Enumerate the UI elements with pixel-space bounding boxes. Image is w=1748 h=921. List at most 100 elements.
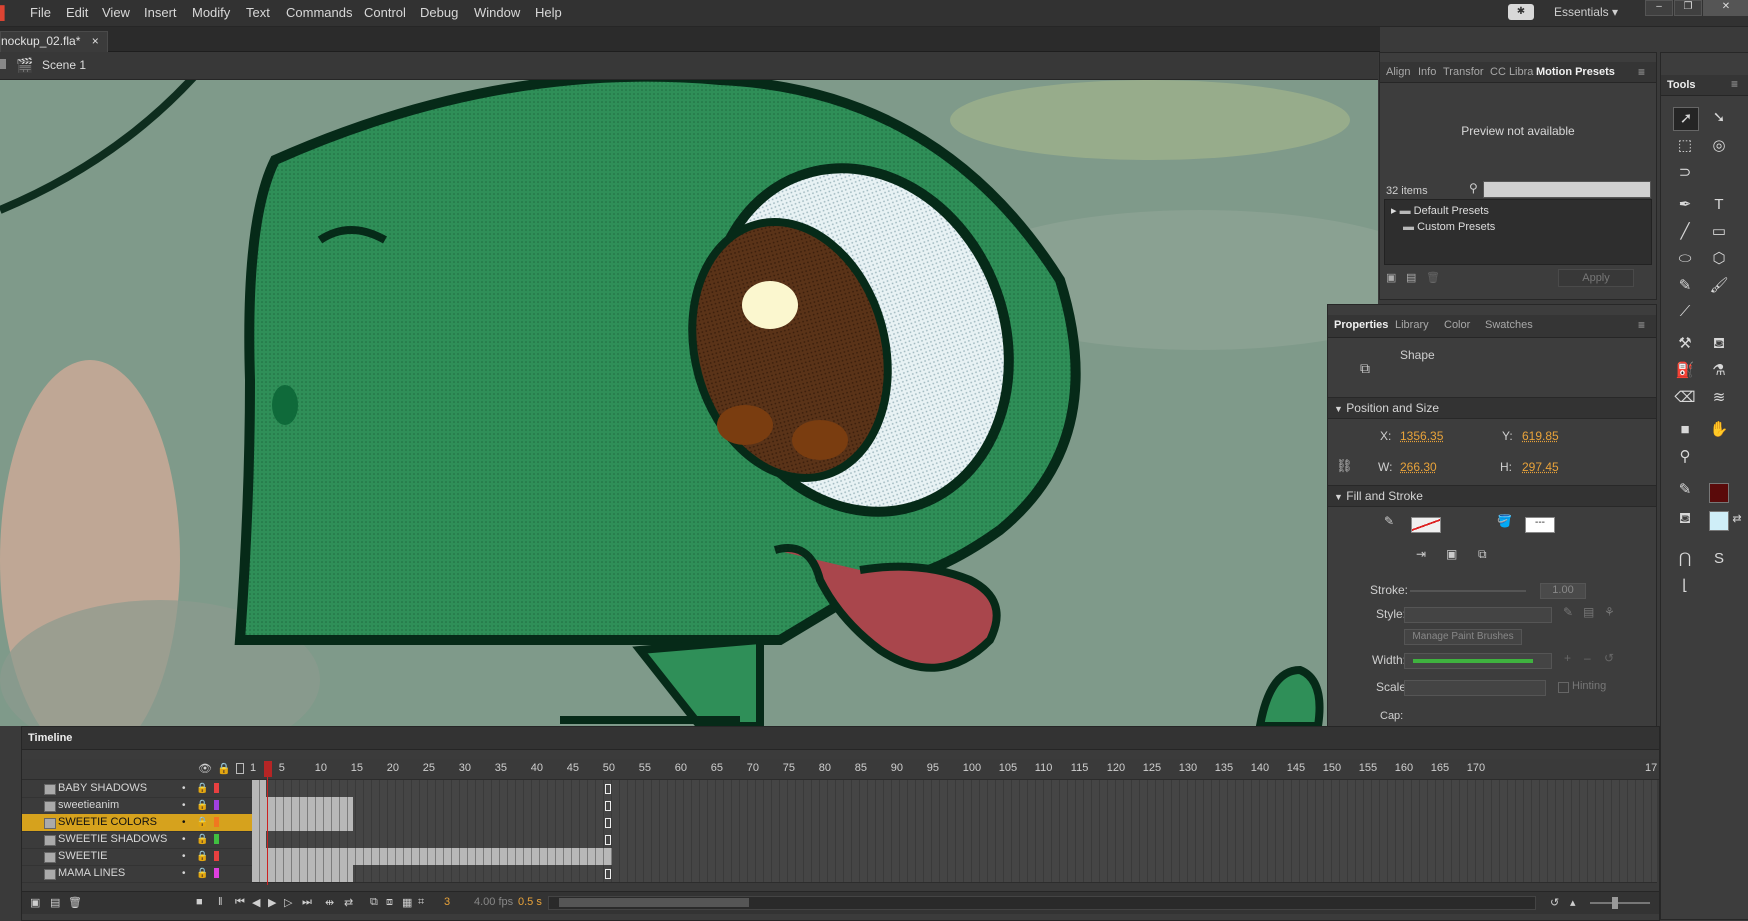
close-icon[interactable]: ✕ xyxy=(1703,0,1748,16)
reset-width-icon[interactable]: ↺ xyxy=(1604,651,1614,665)
center-frame-icon[interactable]: ⇄ xyxy=(344,896,353,909)
new-layer-icon[interactable]: ▣ xyxy=(30,896,40,909)
paint-bucket-tool-icon[interactable]: ⛾ xyxy=(1707,333,1731,355)
keyframe-span[interactable] xyxy=(252,848,612,865)
edit-style-icon[interactable]: ✎ xyxy=(1563,605,1573,619)
menu-modify[interactable]: Modify xyxy=(192,5,230,20)
width-tool-icon[interactable]: ≋ xyxy=(1707,387,1731,409)
visibility-dot-icon[interactable]: • xyxy=(182,797,186,814)
tab-info[interactable]: Info xyxy=(1418,66,1436,78)
tree-item-custom-presets[interactable]: ▬ Custom Presets xyxy=(1403,221,1495,233)
menu-control[interactable]: Control xyxy=(364,5,406,20)
layer-row[interactable]: SWEETIE COLORS • 🔒 xyxy=(22,814,252,832)
lock-icon[interactable]: 🔒 xyxy=(196,831,208,848)
zoom-tool-icon[interactable]: ⚲ xyxy=(1673,446,1697,468)
menu-window[interactable]: Window xyxy=(474,5,520,20)
x-value[interactable]: 1356.35 xyxy=(1400,429,1443,443)
lock-icon[interactable]: 🔒 xyxy=(196,780,208,797)
elapsed-time-value[interactable]: 0.5 s xyxy=(518,896,542,908)
panel-menu-icon[interactable]: ≡ xyxy=(1731,77,1738,91)
lock-all-icon[interactable]: 🔒 xyxy=(217,762,231,775)
sync-settings-icon[interactable]: ✱ xyxy=(1508,4,1534,20)
layer-row[interactable]: sweetieanim • 🔒 xyxy=(22,797,252,815)
lock-icon[interactable]: 🔒 xyxy=(196,848,208,865)
keyframe-span[interactable] xyxy=(252,780,267,797)
section-fill-stroke[interactable]: ▼ Fill and Stroke xyxy=(1328,485,1656,507)
new-folder-icon[interactable]: ▤ xyxy=(50,896,60,909)
eraser-tool-icon[interactable]: ⌫ xyxy=(1673,387,1697,409)
smooth-icon[interactable]: S xyxy=(1707,548,1731,570)
link-proportions-icon[interactable]: ⛓ xyxy=(1336,458,1353,474)
tab-color[interactable]: Color xyxy=(1444,319,1470,331)
modify-onion-markers-icon[interactable]: ⌗ xyxy=(418,896,424,909)
tab-motion-presets[interactable]: Motion Presets xyxy=(1536,66,1615,78)
loop-icon[interactable]: ⇹ xyxy=(325,896,334,909)
tab-transform[interactable]: Transfor xyxy=(1443,66,1484,78)
rectangle-tool-icon[interactable]: ▭ xyxy=(1707,221,1731,243)
visibility-dot-icon[interactable]: • xyxy=(182,865,186,882)
break-apart-icon[interactable]: ⇥ xyxy=(1416,547,1426,561)
stroke-slider[interactable] xyxy=(1410,590,1526,592)
step-forward-icon[interactable]: ▷ xyxy=(284,896,292,909)
step-back-icon[interactable]: ◀ xyxy=(252,896,260,909)
new-preset-icon[interactable]: ▣ xyxy=(1386,271,1396,284)
onion-skin-icon[interactable]: ⧉ xyxy=(370,896,378,909)
layer-color-swatch[interactable] xyxy=(214,817,219,827)
play-icon[interactable]: ▶ xyxy=(268,896,276,909)
frame-row[interactable] xyxy=(252,814,1657,832)
edit-multiple-frames-icon[interactable]: ▦ xyxy=(402,896,412,909)
frame-row[interactable] xyxy=(252,848,1657,866)
menu-debug[interactable]: Debug xyxy=(420,5,458,20)
width-dropdown[interactable] xyxy=(1404,653,1552,669)
polystar-tool-icon[interactable]: ⬡ xyxy=(1707,248,1731,270)
delete-icon[interactable]: 🗑 xyxy=(1426,271,1440,284)
panel-menu-icon[interactable]: ≡ xyxy=(1638,318,1645,332)
workspace-switcher[interactable]: Essentials ▾ xyxy=(1554,5,1618,19)
tab-library[interactable]: Library xyxy=(1395,319,1429,331)
swap-colors-icon[interactable]: ⇄ xyxy=(1725,508,1748,530)
pencil-tool-icon[interactable]: ✎ xyxy=(1673,275,1697,297)
back-arrow-icon[interactable] xyxy=(0,59,6,69)
close-tab-icon[interactable]: × xyxy=(92,34,99,48)
layer-depth-icon[interactable]: ‖ xyxy=(218,896,223,908)
timeline-zoom-slider[interactable] xyxy=(1590,897,1650,909)
visibility-dot-icon[interactable]: • xyxy=(182,831,186,848)
fps-value[interactable]: 4.00 fps xyxy=(474,896,513,908)
oval-tool-icon[interactable]: ⬭ xyxy=(1673,248,1697,270)
camera-tool-icon[interactable]: ■ xyxy=(1673,419,1697,441)
new-folder-icon[interactable]: ▤ xyxy=(1406,271,1416,284)
paint-brush-tool-icon[interactable]: 🖌 xyxy=(1707,275,1731,297)
tab-swatches[interactable]: Swatches xyxy=(1485,319,1533,331)
brush-icon[interactable]: ⚘ xyxy=(1604,605,1615,619)
w-value[interactable]: 266.30 xyxy=(1400,460,1437,474)
snap-magnet-icon[interactable]: ⋂ xyxy=(1673,548,1697,570)
stroke-color-swatch[interactable] xyxy=(1411,517,1441,533)
menu-commands[interactable]: Commands xyxy=(286,5,352,20)
text-tool-icon[interactable]: T xyxy=(1707,194,1731,216)
add-width-icon[interactable]: + xyxy=(1564,651,1571,665)
frame-row[interactable] xyxy=(252,865,1657,883)
go-last-frame-icon[interactable]: ⏭ xyxy=(302,896,312,909)
manage-brushes-button[interactable]: Manage Paint Brushes xyxy=(1404,629,1522,645)
y-value[interactable]: 619.85 xyxy=(1522,429,1559,443)
lock-icon[interactable]: 🔒 xyxy=(196,814,208,831)
menu-file[interactable]: File xyxy=(30,5,51,20)
show-hide-all-icon[interactable]: 👁 xyxy=(198,762,212,775)
layer-color-swatch[interactable] xyxy=(214,800,219,810)
layer-row[interactable]: SWEETIE • 🔒 xyxy=(22,848,252,866)
stroke-color-swatch[interactable] xyxy=(1709,483,1729,503)
combine-objects-icon[interactable]: ⧉ xyxy=(1478,547,1487,562)
stage-canvas[interactable] xyxy=(0,80,1378,726)
preset-search-input[interactable] xyxy=(1483,181,1651,198)
restore-icon[interactable]: ❐ xyxy=(1674,0,1702,16)
playhead[interactable] xyxy=(264,761,272,777)
brush-tool-icon[interactable]: ⟋ xyxy=(1673,301,1697,323)
scrollbar-thumb[interactable] xyxy=(559,898,749,907)
menu-edit[interactable]: Edit xyxy=(66,5,88,20)
current-frame-value[interactable]: 3 xyxy=(444,896,450,908)
hinting-checkbox[interactable] xyxy=(1558,682,1569,693)
object-drawing-icon[interactable]: ▣ xyxy=(1446,547,1457,561)
frame-row[interactable] xyxy=(252,780,1657,798)
fill-style-swatch[interactable]: --- xyxy=(1525,517,1555,533)
go-first-frame-icon[interactable]: ⏮ xyxy=(235,896,245,909)
